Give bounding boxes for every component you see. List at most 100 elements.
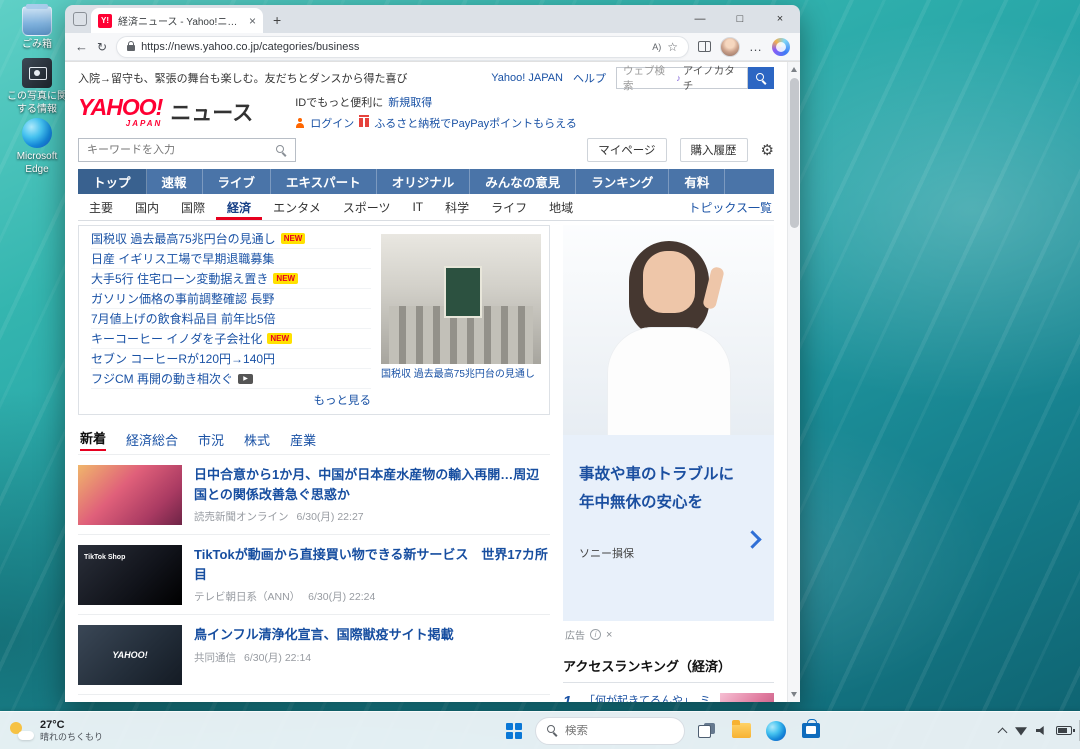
site-security-icon[interactable] bbox=[127, 45, 135, 51]
split-screen-icon[interactable] bbox=[698, 41, 711, 52]
scroll-up-icon[interactable] bbox=[791, 67, 797, 72]
tab-market[interactable]: 市況 bbox=[198, 430, 224, 449]
edge-button[interactable] bbox=[762, 717, 790, 745]
topic-link[interactable]: 7月値上げの飲食料品目 前年比5倍 bbox=[91, 309, 371, 329]
category-local[interactable]: 地域 bbox=[538, 194, 584, 220]
category-it[interactable]: IT bbox=[401, 194, 434, 220]
file-explorer-button[interactable] bbox=[727, 717, 755, 745]
nav-opinions[interactable]: みんなの意見 bbox=[470, 169, 576, 194]
category-domestic[interactable]: 国内 bbox=[124, 194, 170, 220]
browser-menu-icon[interactable]: … bbox=[749, 39, 763, 54]
sidebar-ad[interactable]: 事故や車のトラブルに 年中無休の安心を ソニー損保 広告 i × bbox=[563, 225, 774, 648]
topic-link[interactable]: ガソリン価格の事前調整確認 長野 bbox=[91, 289, 371, 309]
desktop-icon-spotlight-info[interactable]: この写真に関する情報 bbox=[6, 58, 68, 116]
profile-avatar[interactable] bbox=[720, 37, 740, 57]
scrollbar-thumb[interactable] bbox=[790, 78, 799, 228]
article-row[interactable]: 日中合意から1か月、中国が日本産水産物の輸入再開…周辺国との関係改善急ぐ思惑か … bbox=[78, 454, 550, 534]
address-bar[interactable]: https://news.yahoo.co.jp/categories/busi… bbox=[116, 36, 689, 58]
yahoo-japan-link[interactable]: Yahoo! JAPAN bbox=[491, 72, 563, 84]
keyword-search-input[interactable] bbox=[87, 144, 270, 156]
ranking-link[interactable]: 「何が起きてるんや」 ミスド「幻のドーナツ」発売1カ月でな bbox=[584, 693, 711, 702]
wifi-icon[interactable] bbox=[1015, 726, 1027, 736]
scroll-down-icon[interactable] bbox=[791, 692, 797, 697]
task-view-button[interactable] bbox=[692, 717, 720, 745]
topic-link[interactable]: 日産 イギリス工場で早期退職募集 bbox=[91, 249, 371, 269]
article-row[interactable]: TikTok Shop TikTokが動画から直接買い物できる新サービス 世界1… bbox=[78, 534, 550, 614]
article-title[interactable]: 日中合意から1か月、中国が日本産水産物の輸入再開…周辺国との関係改善急ぐ思惑か bbox=[194, 465, 550, 504]
web-search-button[interactable] bbox=[748, 67, 774, 89]
help-link[interactable]: ヘルプ bbox=[573, 70, 606, 86]
mypage-button[interactable]: マイページ bbox=[587, 138, 666, 162]
yahoo-news-logo[interactable]: YAHOO! JAPAN ニュース bbox=[78, 96, 253, 128]
tab-new[interactable]: 新着 bbox=[80, 428, 106, 451]
refresh-button[interactable]: ↻ bbox=[97, 40, 107, 54]
battery-icon[interactable] bbox=[1056, 726, 1072, 735]
ranking-thumbnail[interactable] bbox=[720, 693, 774, 702]
article-thumbnail[interactable]: TikTok Shop bbox=[78, 545, 182, 605]
settings-gear-icon[interactable]: ⚙ bbox=[761, 141, 774, 159]
register-link[interactable]: 新規取得 bbox=[388, 94, 432, 110]
tab-close-icon[interactable]: × bbox=[249, 15, 256, 27]
taskbar-search-input[interactable] bbox=[565, 725, 665, 737]
article-title[interactable]: TikTokが動画から直接買い物できる新サービス 世界17カ所目 bbox=[194, 545, 550, 584]
taskbar-search[interactable] bbox=[535, 717, 685, 745]
start-button[interactable] bbox=[500, 717, 528, 745]
desktop-icon-recycle-bin[interactable]: ごみ箱 bbox=[6, 6, 68, 52]
search-buzzword[interactable]: ♪アイノカタチ bbox=[676, 63, 741, 93]
keyword-search-box[interactable] bbox=[78, 138, 296, 162]
article-thumbnail[interactable] bbox=[78, 465, 182, 525]
nav-paid[interactable]: 有料 bbox=[669, 169, 725, 194]
nav-expert[interactable]: エキスパート bbox=[271, 169, 377, 194]
top-ad-link[interactable]: 入院→留守も、緊張の舞台も楽しむ。友だちとダンスから得た喜び bbox=[78, 70, 407, 86]
back-button[interactable]: ← bbox=[75, 39, 88, 54]
ad-info-icon[interactable]: i bbox=[590, 629, 601, 640]
tab-actions-icon[interactable] bbox=[73, 12, 87, 26]
topic-link[interactable]: 大手5行 住宅ローン変動据え置きNEW bbox=[91, 269, 371, 289]
favorite-star-icon[interactable]: ☆ bbox=[667, 40, 678, 54]
topic-link[interactable]: フジCM 再開の動き相次ぐ▶ bbox=[91, 369, 371, 389]
tab-economy-general[interactable]: 経済総合 bbox=[126, 430, 178, 449]
desktop-icon-edge[interactable]: Microsoft Edge bbox=[6, 118, 68, 176]
page-scrollbar[interactable] bbox=[787, 62, 800, 702]
article-thumbnail[interactable]: YAHOO! bbox=[78, 625, 182, 685]
ad-close-icon[interactable]: × bbox=[606, 629, 612, 641]
topics-list-link[interactable]: トピックス一覧 bbox=[688, 199, 774, 216]
nav-live[interactable]: ライブ bbox=[203, 169, 272, 194]
minimize-button[interactable]: — bbox=[680, 5, 720, 33]
category-life[interactable]: ライフ bbox=[480, 194, 538, 220]
more-topics-link[interactable]: もっと見る bbox=[91, 389, 371, 408]
topic-link[interactable]: 国税収 過去最高75兆円台の見通しNEW bbox=[91, 229, 371, 249]
copilot-icon[interactable] bbox=[772, 38, 790, 56]
tab-stocks[interactable]: 株式 bbox=[244, 430, 270, 449]
category-science[interactable]: 科学 bbox=[434, 194, 480, 220]
nav-original[interactable]: オリジナル bbox=[377, 169, 471, 194]
read-aloud-icon[interactable]: A) bbox=[652, 42, 661, 52]
web-search-box[interactable]: ウェブ検索 ♪アイノカタチ bbox=[616, 67, 748, 89]
volume-icon[interactable] bbox=[1036, 726, 1047, 736]
article-row[interactable]: 欧州中央銀行、2%目標を維持 物価変動に迅速に対応 bbox=[78, 694, 550, 702]
purchase-history-button[interactable]: 購入履歴 bbox=[680, 138, 748, 162]
search-icon[interactable] bbox=[276, 145, 287, 156]
store-button[interactable] bbox=[797, 717, 825, 745]
category-entertainment[interactable]: エンタメ bbox=[262, 194, 332, 220]
campaign-link[interactable]: ふるさと納税でPayPayポイントもらえる bbox=[374, 115, 577, 131]
category-main[interactable]: 主要 bbox=[78, 194, 124, 220]
new-tab-button[interactable]: + bbox=[273, 12, 281, 28]
category-business[interactable]: 経済 bbox=[216, 194, 262, 220]
nav-top[interactable]: トップ bbox=[78, 169, 147, 194]
tab-industry[interactable]: 産業 bbox=[290, 430, 316, 449]
close-button[interactable]: × bbox=[760, 5, 800, 33]
category-world[interactable]: 国際 bbox=[170, 194, 216, 220]
topic-link[interactable]: セブン コーヒーRが120円→140円 bbox=[91, 349, 371, 369]
article-title[interactable]: 鳥インフル清浄化宣言、国際獣疫サイト掲載 bbox=[194, 625, 550, 645]
hidden-icons-chevron-icon[interactable] bbox=[998, 727, 1008, 737]
browser-tab[interactable]: Y! 経済ニュース - Yahoo!ニュース × bbox=[91, 8, 263, 33]
ranking-item[interactable]: 1 「何が起きてるんや」 ミスド「幻のドーナツ」発売1カ月でな bbox=[563, 683, 774, 702]
topic-link[interactable]: キーコーヒー イノダを子会社化NEW bbox=[91, 329, 371, 349]
category-sports[interactable]: スポーツ bbox=[332, 194, 402, 220]
article-row[interactable]: YAHOO! 鳥インフル清浄化宣言、国際獣疫サイト掲載 共同通信6/30(月) … bbox=[78, 614, 550, 694]
weather-widget[interactable]: 27°C 晴れのちくもり bbox=[4, 712, 109, 749]
maximize-button[interactable]: □ bbox=[720, 5, 760, 33]
topic-photo-link[interactable]: 国税収 過去最高75兆円台の見通し bbox=[381, 226, 549, 414]
nav-ranking[interactable]: ランキング bbox=[576, 169, 669, 194]
